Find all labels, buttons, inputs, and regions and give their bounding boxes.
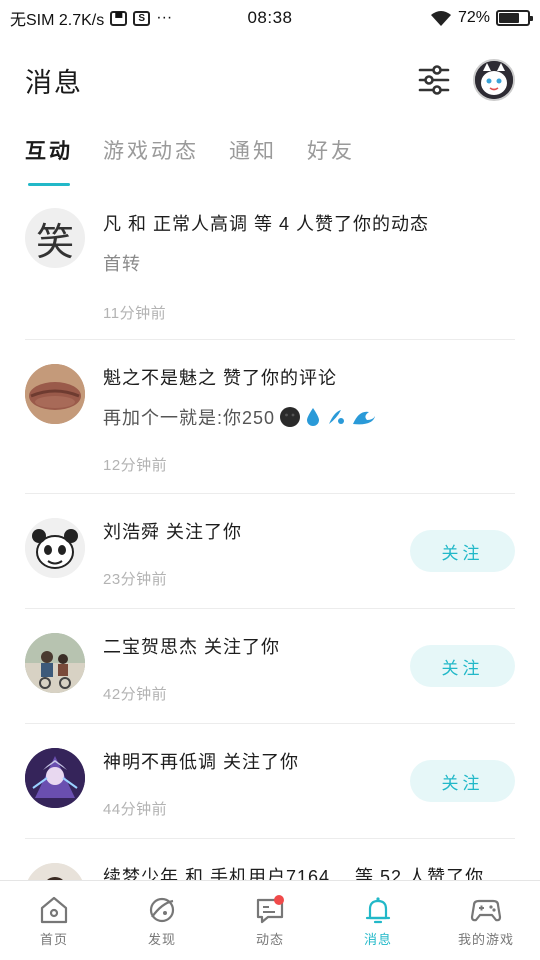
- follow-button[interactable]: 关注: [410, 645, 515, 687]
- avatar[interactable]: 笑: [25, 208, 85, 268]
- list-item[interactable]: 笑 凡 和 正常人高调 等 4 人赞了你的动态 首转 11分钟前: [25, 192, 515, 340]
- item-time: 11分钟前: [103, 305, 167, 322]
- notification-feed: 笑 凡 和 正常人高调 等 4 人赞了你的动态 首转 11分钟前 魁之不是魅之 …: [0, 192, 540, 880]
- nav-discover[interactable]: 发现: [108, 881, 216, 960]
- nav-my-games[interactable]: 我的游戏: [432, 881, 540, 960]
- message-tabs: 互动 游戏动态 通知 好友: [0, 130, 540, 190]
- kids-photo-avatar-icon: [25, 633, 85, 693]
- item-subtext: 再加个一就是:你250: [103, 404, 515, 430]
- avatar[interactable]: [25, 518, 85, 578]
- cat-avatar-icon: [475, 61, 513, 99]
- avatar[interactable]: [25, 863, 85, 880]
- lips-avatar-icon: [25, 364, 85, 424]
- bell-icon: [365, 897, 391, 924]
- list-item[interactable]: 刘浩舜 关注了你 23分钟前 关注: [25, 494, 515, 609]
- planet-icon: [149, 897, 175, 923]
- header-actions: [417, 59, 515, 101]
- sliders-icon: [418, 65, 450, 95]
- nav-label: 动态: [255, 932, 284, 947]
- tab-interaction[interactable]: 互动: [25, 130, 73, 186]
- item-time: 12分钟前: [103, 457, 168, 474]
- droplet-icon: [307, 408, 320, 426]
- tab-notifications[interactable]: 通知: [229, 130, 277, 174]
- list-item[interactable]: 二宝贺思杰 关注了你 42分钟前 关注: [25, 609, 515, 724]
- battery-icon: [496, 10, 533, 26]
- item-text: 凡 和 正常人高调 等 4 人赞了你的动态: [103, 214, 430, 234]
- user-avatar[interactable]: [473, 59, 515, 101]
- tab-game-updates[interactable]: 游戏动态: [103, 130, 199, 174]
- sweat-droplets-icon: [329, 410, 345, 424]
- wave-icon: [353, 411, 376, 425]
- panda-meme-avatar-icon: [25, 518, 85, 578]
- bottom-navigation: 首页 发现 动态 消息 我的游戏: [0, 880, 540, 960]
- person-avatar-icon: [25, 863, 85, 880]
- item-text: 续梦少年 和 手机用户7164… 等 52 人赞了你: [103, 867, 485, 880]
- nav-feed[interactable]: 动态: [216, 881, 324, 960]
- tab-friends[interactable]: 好友: [307, 130, 355, 174]
- avatar[interactable]: [25, 364, 85, 424]
- status-bar: 无SIM 2.7K/s ▀ S ··· 08:38 72%: [0, 0, 540, 36]
- nav-label: 消息: [363, 932, 392, 947]
- list-item[interactable]: 神明不再低调 关注了你 44分钟前 关注: [25, 724, 515, 839]
- item-text: 魁之不是魅之 赞了你的评论: [103, 368, 337, 388]
- follow-button[interactable]: 关注: [410, 760, 515, 802]
- notification-badge: [274, 895, 284, 905]
- list-item[interactable]: 续梦少年 和 手机用户7164… 等 52 人赞了你: [25, 839, 515, 880]
- nav-label: 发现: [147, 932, 176, 947]
- nav-home[interactable]: 首页: [0, 881, 108, 960]
- page-title: 消息: [25, 67, 83, 98]
- nav-messages[interactable]: 消息: [324, 881, 432, 960]
- gamepad-icon: [470, 899, 502, 922]
- follow-button[interactable]: 关注: [410, 530, 515, 572]
- page-header: 消息: [0, 50, 540, 110]
- black-moon-face-icon: [280, 407, 301, 427]
- avatar-glyph: 笑: [35, 219, 74, 264]
- nav-label: 首页: [39, 932, 68, 947]
- home-icon: [40, 896, 68, 924]
- item-subtext: 首转: [103, 254, 141, 274]
- list-item[interactable]: 魁之不是魅之 赞了你的评论 再加个一就是:你250 12分钟前: [25, 340, 515, 494]
- avatar[interactable]: [25, 748, 85, 808]
- anime-character-avatar-icon: [25, 748, 85, 808]
- nav-label: 我的游戏: [457, 932, 514, 947]
- avatar[interactable]: [25, 633, 85, 693]
- status-time: 08:38: [247, 8, 293, 27]
- filter-button[interactable]: [417, 63, 451, 97]
